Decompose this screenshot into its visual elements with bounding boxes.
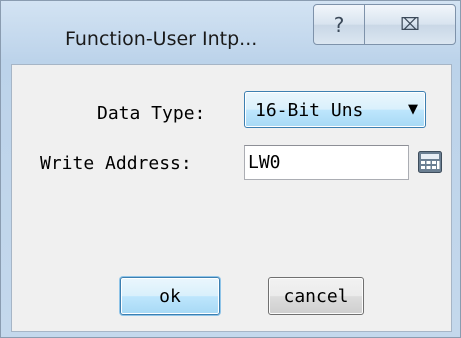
dialog-body: Data Type: 16-Bit Uns ▼ Write Address: o… [11,64,452,332]
keypad-button[interactable] [418,151,442,173]
close-icon: ⌧ [400,14,420,35]
window-title: Function-User Intp... [65,28,258,50]
close-button[interactable]: ⌧ [364,4,456,45]
write-address-input[interactable] [244,145,409,180]
calculator-icon [418,151,442,173]
ok-button[interactable]: ok [120,277,220,315]
data-type-label: Data Type: [97,103,206,124]
help-button[interactable]: ? [313,4,365,45]
write-address-label: Write Address: [40,153,192,174]
cancel-button[interactable]: cancel [268,277,364,315]
help-icon: ? [333,12,345,37]
data-type-value: 16-Bit Uns [255,100,364,121]
data-type-select[interactable]: 16-Bit Uns ▼ [244,91,426,128]
chevron-down-icon: ▼ [408,102,418,117]
dialog-window: Function-User Intp... ? ⌧ Data Type: 16-… [0,0,461,338]
